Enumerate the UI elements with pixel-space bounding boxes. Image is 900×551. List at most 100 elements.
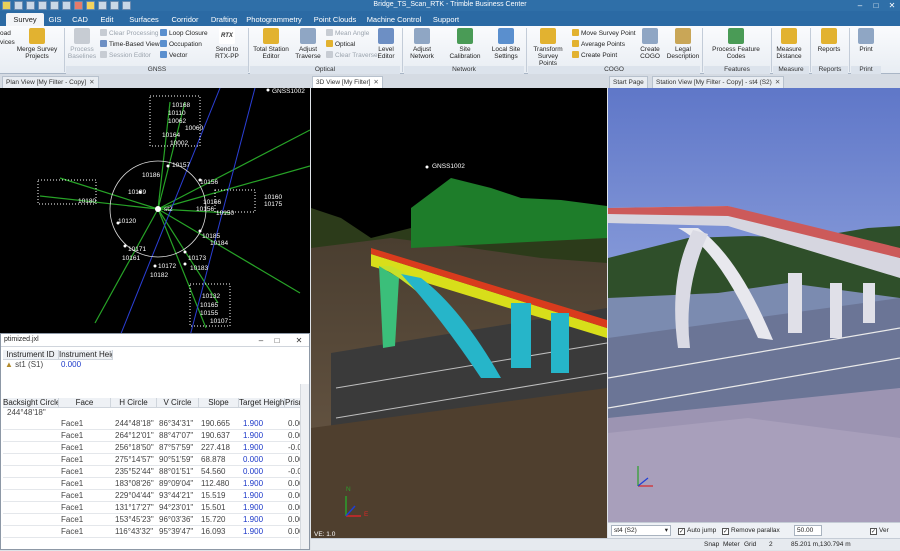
column-header[interactable]: Prism (285, 398, 301, 408)
point-label[interactable]: 10110 (168, 110, 186, 117)
window-title-bar[interactable]: ptimized.jxl – □ ✕ (1, 334, 309, 347)
table-cell[interactable]: 229°04'44" (115, 491, 157, 501)
process-baselines-button[interactable]: Process Baselines (66, 28, 98, 60)
table-cell[interactable]: 190.665 (201, 419, 237, 429)
point-label[interactable]: 10155 (200, 310, 218, 317)
clear-traverse-button[interactable]: Clear Traverse (326, 51, 378, 60)
point-label[interactable]: 10183 (190, 265, 208, 272)
point-label[interactable]: 10180 (78, 198, 96, 205)
table-cell[interactable]: 0.000 (243, 455, 283, 465)
level-editor-button[interactable]: Level Editor (372, 28, 400, 60)
auto-jump-checkbox[interactable]: ✓ Auto jump (678, 525, 716, 537)
table-cell[interactable]: Face1 (61, 515, 109, 525)
view-checkbox[interactable]: ✓ Ver (870, 525, 889, 537)
tab-edit[interactable]: Edit (96, 13, 118, 26)
session-editor-button[interactable]: Session Editor (100, 51, 151, 60)
table-cell[interactable]: Face1 (61, 527, 109, 537)
table-cell[interactable]: Face1 (61, 467, 109, 477)
point-label[interactable]: 10107 (210, 318, 228, 325)
table-cell[interactable]: 235°52'44" (115, 467, 157, 477)
station-label[interactable]: st2 (164, 206, 173, 213)
point-label[interactable]: GNSS1002 (272, 88, 305, 95)
point-label[interactable]: 10157 (172, 162, 190, 169)
point-label[interactable]: 10156 (196, 206, 214, 213)
total-station-editor-button[interactable]: Total Station Editor (250, 28, 292, 60)
point-label[interactable]: 10172 (158, 263, 176, 270)
tab-gis[interactable]: GIS (44, 13, 66, 26)
mean-angle-button[interactable]: Mean Angle (326, 29, 369, 38)
create-point-button[interactable]: Create Point (572, 51, 617, 60)
column-header[interactable]: V Circle (157, 398, 199, 408)
tab-corridor[interactable]: Corridor (166, 13, 204, 26)
column-header[interactable]: Instrument Height (59, 350, 113, 360)
station-view[interactable] (608, 88, 900, 522)
column-header[interactable]: Target Height (239, 398, 285, 408)
3d-view[interactable]: GNSS1002 E N VE: 1.0 (311, 88, 607, 540)
site-calibration-button[interactable]: Site Calibration (444, 28, 486, 60)
instrument-id-cell[interactable]: ▲ st1 (S1) (5, 360, 59, 370)
point-label[interactable]: 10182 (150, 272, 168, 279)
point-label[interactable]: 10186 (142, 172, 160, 179)
point-label[interactable]: 10062 (168, 118, 186, 125)
close-tab-icon[interactable]: ✕ (775, 79, 780, 86)
table-cell[interactable]: 1.900 (243, 527, 283, 537)
close-button[interactable]: ✕ (293, 335, 305, 346)
measure-distance-button[interactable]: Measure Distance (773, 28, 805, 60)
station-selector[interactable]: st4 (S2) ▾ (611, 525, 671, 536)
table-cell[interactable]: 88°01'51" (159, 467, 199, 477)
column-header[interactable]: Instrument ID (3, 350, 59, 360)
gnss-point-label[interactable]: GNSS1002 (432, 163, 465, 170)
legal-description-button[interactable]: Legal Description (666, 28, 700, 60)
tab-cad[interactable]: CAD (68, 13, 92, 26)
point-label[interactable]: 10161 (122, 255, 140, 262)
table-cell[interactable]: Face1 (61, 419, 109, 429)
table-cell[interactable]: 1.900 (243, 503, 283, 513)
point-label[interactable]: 10166 (203, 199, 221, 206)
loop-closure-button[interactable]: Loop Closure (160, 29, 208, 38)
occupation-button[interactable]: Occupation (160, 40, 202, 49)
point-label[interactable]: 10164 (162, 132, 180, 139)
table-cell[interactable]: 90°51'59" (159, 455, 199, 465)
point-label[interactable]: 10185 (202, 233, 220, 240)
table-cell[interactable]: 1.900 (243, 479, 283, 489)
create-cogo-button[interactable]: Create COGO (636, 28, 664, 60)
minimize-button[interactable]: – (853, 0, 867, 11)
point-label[interactable]: 10173 (188, 255, 206, 262)
tab-support[interactable]: Support (428, 13, 464, 26)
table-cell[interactable]: 68.878 (201, 455, 237, 465)
point-label[interactable]: 10120 (118, 218, 136, 225)
units-indicator[interactable]: Meter (723, 539, 740, 551)
table-cell[interactable]: Face1 (61, 479, 109, 489)
point-label[interactable]: 10165 (200, 302, 218, 309)
point-label[interactable]: 10175 (264, 201, 282, 208)
tab-start-page[interactable]: Start Page (609, 76, 648, 88)
table-cell[interactable]: 94°23'01" (159, 503, 199, 513)
snap-toggle[interactable]: Snap (704, 539, 719, 551)
table-cell[interactable]: 87°57'59" (159, 443, 199, 453)
close-tab-icon[interactable]: ✕ (373, 79, 378, 86)
average-points-button[interactable]: Average Points (572, 40, 625, 49)
table-cell[interactable]: 89°09'04" (159, 479, 199, 489)
table-cell[interactable]: 95°39'47" (159, 527, 199, 537)
table-cell[interactable]: 86°34'31" (159, 419, 199, 429)
table-cell[interactable]: 54.560 (201, 467, 237, 477)
tab-machine-control[interactable]: Machine Control (366, 13, 422, 26)
point-label[interactable]: 10160 (264, 194, 282, 201)
remove-parallax-checkbox[interactable]: ✓ Remove parallax (722, 525, 780, 537)
table-cell[interactable]: Face1 (61, 431, 109, 441)
optical-button[interactable]: Optical (326, 40, 355, 49)
table-cell[interactable]: 96°03'36" (159, 515, 199, 525)
partial-label-2[interactable]: vices (0, 38, 15, 47)
table-cell[interactable]: 1.900 (243, 443, 283, 453)
reports-button[interactable]: Reports (812, 28, 846, 53)
table-cell[interactable]: 93°44'21" (159, 491, 199, 501)
tab-surfaces[interactable]: Surfaces (124, 13, 164, 26)
close-button[interactable]: ✕ (885, 0, 899, 11)
tab-plan-view[interactable]: Plan View [My Filter - Copy] ✕ (2, 76, 99, 88)
point-label[interactable]: 10168 (172, 102, 190, 109)
tab-survey[interactable]: Survey (6, 13, 44, 26)
point-label[interactable]: 10184 (210, 240, 228, 247)
point-label[interactable]: 10060 (185, 125, 203, 132)
column-header[interactable]: Slope (199, 398, 239, 408)
table-cell[interactable]: Face1 (61, 455, 109, 465)
